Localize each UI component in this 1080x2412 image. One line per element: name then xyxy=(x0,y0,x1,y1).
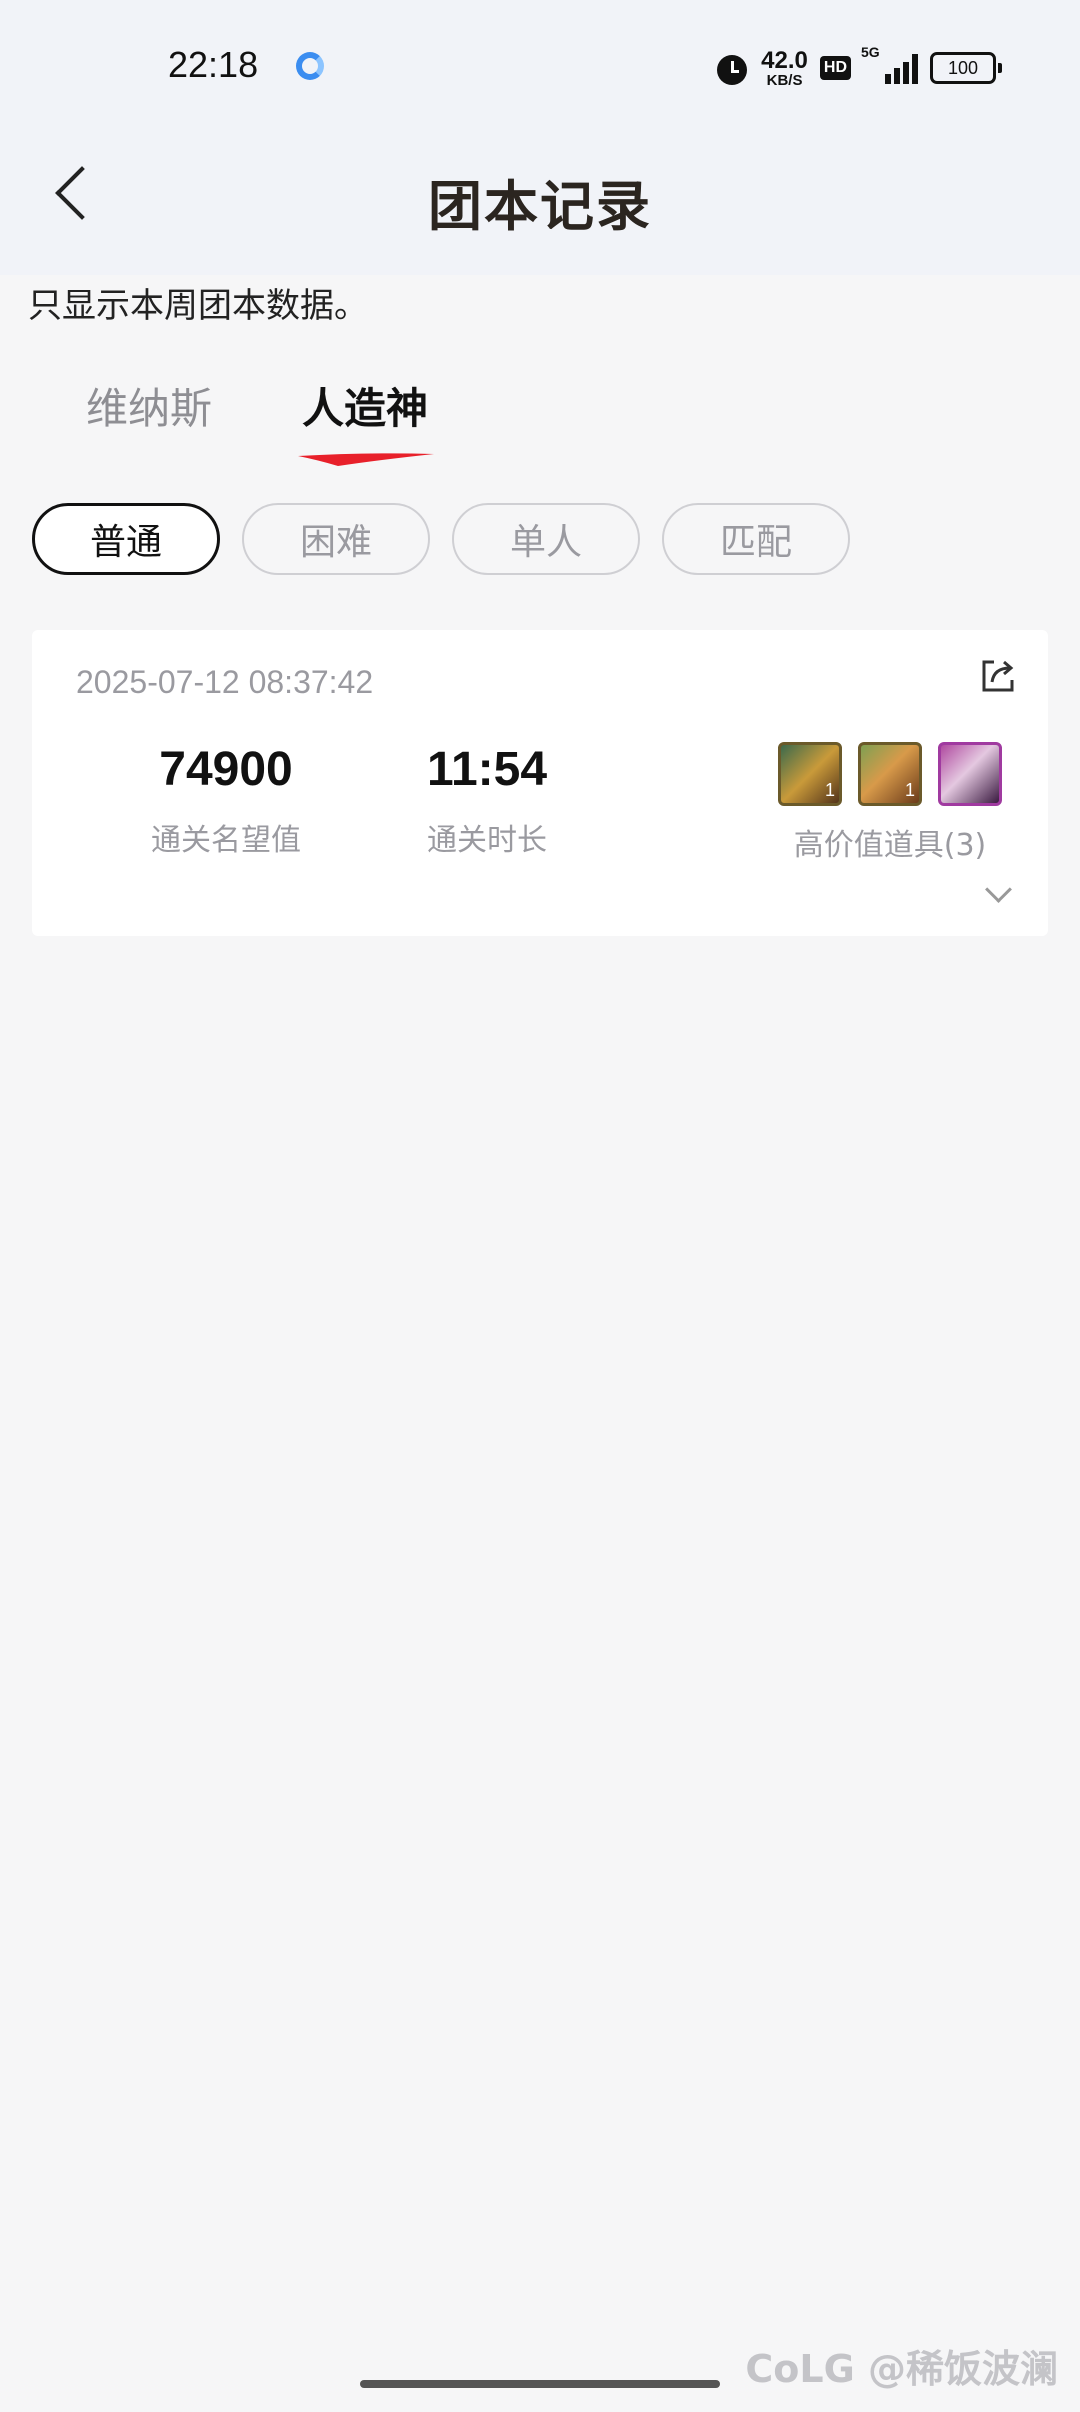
filter-solo-chip[interactable]: 单人 xyxy=(452,503,640,575)
home-indicator[interactable] xyxy=(360,2380,720,2388)
share-icon[interactable] xyxy=(978,656,1018,696)
item-qty: 1 xyxy=(824,780,835,800)
battery-icon: 100 xyxy=(930,52,1002,84)
browser-app-icon xyxy=(296,52,324,80)
alarm-icon xyxy=(715,51,749,85)
fame-value: 74900 xyxy=(159,743,293,796)
battery-level: 100 xyxy=(930,52,996,84)
filter-match-chip[interactable]: 匹配 xyxy=(662,503,850,575)
duration-stat: 11:54 通关时长 xyxy=(367,742,607,859)
network-type: 5G xyxy=(861,44,880,60)
item-qty: 1 xyxy=(904,780,915,800)
item-icon-list: 1 1 xyxy=(760,742,1020,806)
chevron-down-icon[interactable] xyxy=(985,876,1012,903)
filter-hard-chip[interactable]: 困难 xyxy=(242,503,430,575)
cannon-item-icon[interactable]: 1 xyxy=(858,742,922,806)
hd-badge: HD xyxy=(819,56,851,80)
fame-stat: 74900 通关名望值 xyxy=(106,742,346,859)
raid-tabs: 维纳斯 人造神 xyxy=(0,375,1080,475)
record-card[interactable]: 2025-07-12 08:37:42 74900 通关名望值 11:54 通关… xyxy=(32,630,1048,936)
tab-venus[interactable]: 维纳斯 xyxy=(86,375,212,436)
status-bar: 22:18 42.0 KB/S HD 5G 100 xyxy=(0,0,1080,138)
network-speed: 42.0 KB/S xyxy=(761,46,808,89)
fame-label: 通关名望值 xyxy=(151,823,301,858)
filter-normal-chip[interactable]: 普通 xyxy=(32,503,220,575)
signal-icon: 5G xyxy=(861,44,918,84)
page-title: 团本记录 xyxy=(428,175,652,238)
active-tab-indicator xyxy=(298,453,434,466)
gold-trinket-item-icon[interactable]: 1 xyxy=(778,742,842,806)
app-header: 团本记录 xyxy=(0,138,1080,258)
duration-label: 通关时长 xyxy=(427,823,547,858)
difficulty-filters: 普通 困难 单人 匹配 xyxy=(32,503,850,575)
duration-value: 11:54 xyxy=(426,743,548,796)
notice-text: 只显示本周团本数据。 xyxy=(28,286,368,326)
items-label: 高价值道具(3) xyxy=(793,828,987,863)
watermark: CoLG @稀饭波澜 xyxy=(745,2347,1058,2391)
tab-artificial-god[interactable]: 人造神 xyxy=(302,375,428,436)
status-time: 22:18 xyxy=(168,44,259,85)
record-datetime: 2025-07-12 08:37:42 xyxy=(76,664,374,700)
status-indicators: 42.0 KB/S HD 5G 100 xyxy=(715,44,1002,90)
network-speed-value: 42.0 xyxy=(761,46,808,74)
network-speed-unit: KB/S xyxy=(766,71,803,89)
purple-chest-item-icon[interactable] xyxy=(938,742,1002,806)
high-value-items: 1 1 高价值道具(3) xyxy=(760,742,1020,864)
